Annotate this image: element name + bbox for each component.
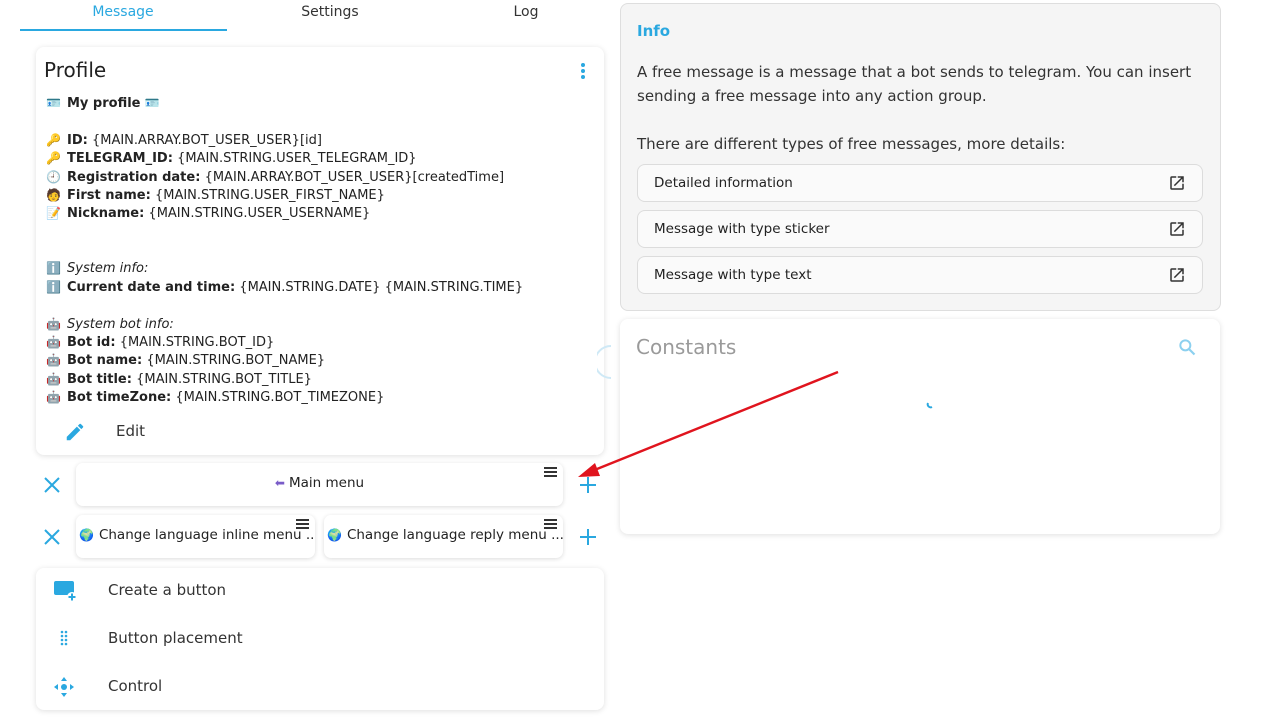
annotation-arrow [578, 370, 839, 477]
